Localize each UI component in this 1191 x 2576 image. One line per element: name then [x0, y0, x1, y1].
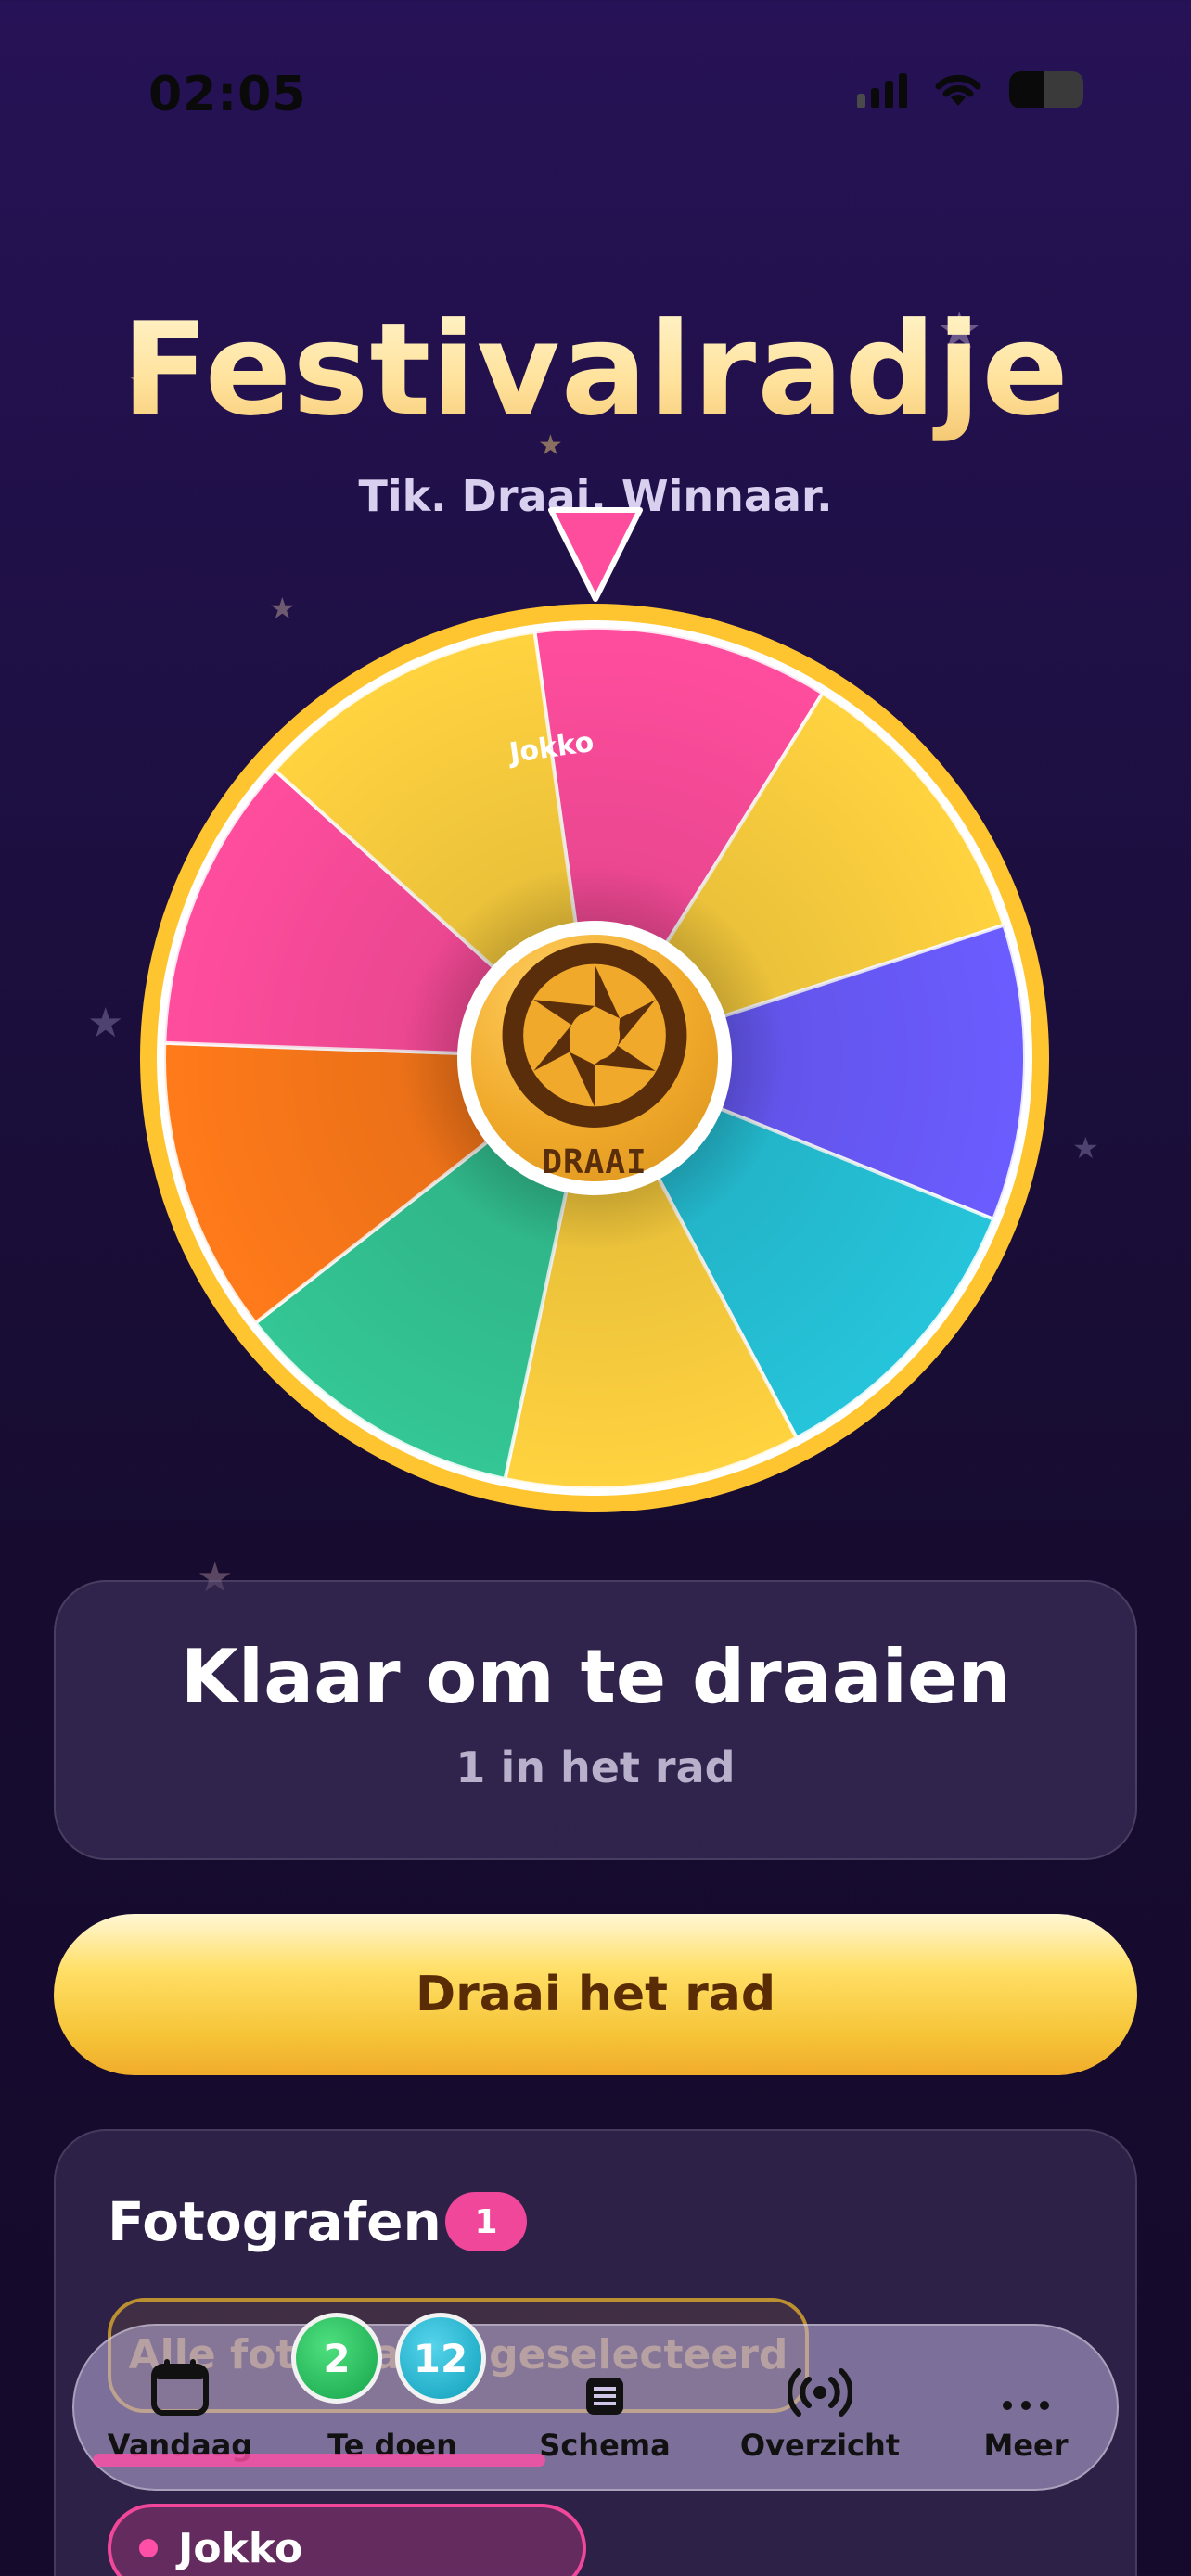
photographers-count-badge: 1 [445, 2192, 527, 2251]
status-subtitle: 1 in het rad [455, 1742, 736, 1792]
wifi-icon [935, 74, 981, 106]
spin-hub-button[interactable]: DRAAI [457, 921, 732, 1195]
clock: 02:05 [148, 67, 307, 122]
status-icons [857, 70, 1083, 109]
tab-overzicht[interactable]: Overzicht [709, 2326, 931, 2493]
chip-dot [139, 2539, 158, 2557]
aperture-icon [502, 943, 687, 1128]
app-title: Festivalradje [0, 295, 1191, 444]
more-icon [1003, 2401, 1049, 2410]
status-title: Klaar om te draaien [180, 1634, 1011, 1720]
spin-wheel-button[interactable]: Draai het rad [54, 1914, 1137, 2075]
photographer-chip[interactable]: Jokko [108, 2504, 586, 2576]
battery-icon [1009, 71, 1083, 108]
spin-label: DRAAI [542, 1143, 647, 1181]
tab-label: Overzicht [739, 2428, 901, 2463]
list-icon [586, 2378, 623, 2415]
photographers-title: Fotografen [108, 2190, 442, 2253]
tab-vandaag[interactable]: Vandaag [87, 2326, 273, 2493]
star-icon: ★ [87, 1000, 124, 1047]
star-icon: ★ [1072, 1130, 1099, 1166]
cellular-signal-icon [857, 71, 907, 108]
photographer-name: Jokko [178, 2524, 303, 2572]
today-count-badge[interactable]: 2 [291, 2313, 382, 2404]
prize-wheel[interactable]: Jokko DRAAI [137, 601, 1052, 1515]
status-card: Klaar om te draaien 1 in het rad [54, 1580, 1137, 1860]
tab-label: Schema [539, 2428, 671, 2463]
broadcast-icon [788, 2368, 852, 2417]
tab-meer[interactable]: Meer [946, 2326, 1106, 2493]
wheel-pointer-icon [548, 507, 643, 602]
calendar-icon [151, 2359, 209, 2416]
todo-count-badge[interactable]: 12 [395, 2313, 486, 2404]
status-bar: 02:05 [0, 0, 1191, 185]
tab-label: Meer [983, 2428, 1069, 2463]
tab-schema[interactable]: Schema [512, 2326, 698, 2493]
active-tab-indicator [93, 2454, 545, 2467]
